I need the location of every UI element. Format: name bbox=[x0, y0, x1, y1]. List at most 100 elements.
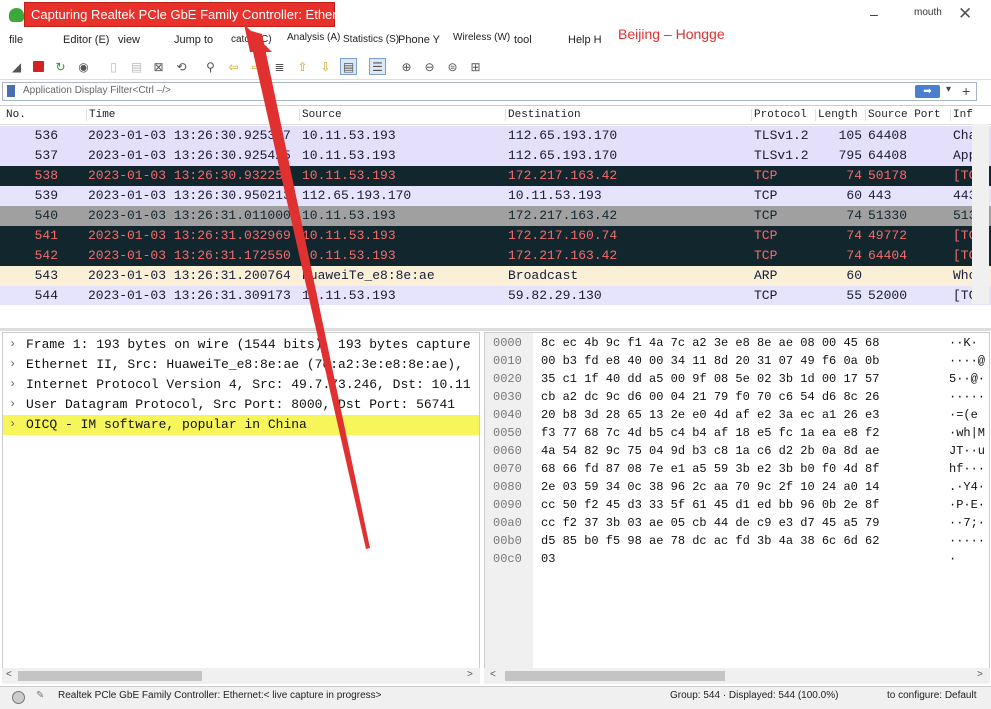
hex-row[interactable]: 0060 4a 54 82 9c 75 04 9d b3 c8 1a c6 d2 … bbox=[485, 443, 989, 461]
hex-row[interactable]: 00a0 cc f2 37 3b 03 ae 05 cb 44 de c9 e3 … bbox=[485, 515, 989, 533]
hex-ascii: 5··@· bbox=[949, 372, 986, 386]
menu-jump[interactable]: Jump to bbox=[174, 34, 213, 46]
filter-input[interactable]: Application Display Filter<Ctrl –/> bbox=[23, 85, 171, 96]
goto-icon[interactable]: ≣ bbox=[271, 58, 288, 75]
capture-comment-icon[interactable]: ✎ bbox=[36, 690, 44, 701]
packet-row[interactable]: 542 2023-01-03 13:26:31.172550 10.11.53.19… bbox=[0, 246, 991, 266]
menu-edit[interactable]: Editor (E) bbox=[63, 34, 109, 46]
open-file-icon: ▯ bbox=[110, 59, 117, 74]
menu-file[interactable]: file bbox=[9, 34, 23, 46]
packet-row[interactable]: 537 2023-01-03 13:26:30.925425 10.11.53.19… bbox=[0, 146, 991, 166]
col-source[interactable]: Source bbox=[299, 109, 342, 121]
zoom-normal-icon[interactable]: ⊜ bbox=[444, 58, 461, 75]
hex-row[interactable]: 00b0 d5 85 b0 f5 98 ae 78 dc ac fd 3b 4a … bbox=[485, 533, 989, 551]
details-scroll-thumb[interactable] bbox=[18, 671, 202, 681]
hex-row[interactable]: 0010 00 b3 fd e8 40 00 34 11 8d 20 31 07 … bbox=[485, 353, 989, 371]
packet-bytes-pane[interactable]: 0000 8c ec 4b 9c f1 4a 7c a2 3e e8 8e ae … bbox=[484, 332, 990, 672]
apply-filter-arrow-icon[interactable]: ➡ bbox=[915, 85, 940, 98]
resize-columns-icon[interactable]: ⊞ bbox=[467, 58, 484, 75]
hex-offset: 0080 bbox=[493, 480, 522, 494]
packet-cell-destination: 172.217.163.42 bbox=[508, 208, 618, 223]
hex-row[interactable]: 0040 20 b8 3d 28 65 13 2e e0 4d af e2 3a … bbox=[485, 407, 989, 425]
stop-icon[interactable] bbox=[30, 58, 47, 75]
bytes-scroll-thumb[interactable] bbox=[505, 671, 725, 681]
expand-chevron-icon[interactable]: › bbox=[9, 377, 16, 391]
filter-dropdown-icon[interactable]: ▾ bbox=[946, 84, 951, 95]
col-time[interactable]: Time bbox=[86, 109, 115, 121]
packet-row[interactable]: 538 2023-01-03 13:26:30.932254 10.11.53.19… bbox=[0, 166, 991, 186]
hex-row[interactable]: 0000 8c ec 4b 9c f1 4a 7c a2 3e e8 8e ae … bbox=[485, 335, 989, 353]
packet-cell-source: 10.11.53.193 bbox=[302, 228, 396, 243]
col-info[interactable]: Inf bbox=[950, 109, 973, 121]
menu-analysis[interactable]: Analysis (A) bbox=[287, 32, 340, 43]
bookmark-icon[interactable] bbox=[7, 85, 15, 97]
hex-row[interactable]: 0090 cc 50 f2 45 d3 33 5f 61 45 d1 ed bb … bbox=[485, 497, 989, 515]
options-gear-icon[interactable]: ◉ bbox=[75, 58, 92, 75]
close-file-icon[interactable]: ⊠ bbox=[150, 58, 167, 75]
packet-row[interactable]: 544 2023-01-03 13:26:31.309173 10.11.53.19… bbox=[0, 286, 991, 305]
packet-details-pane[interactable]: › Frame 1: 193 bytes on wire (1544 bits),… bbox=[2, 332, 480, 672]
detail-tree-item[interactable]: › Internet Protocol Version 4, Src: 49.7.… bbox=[3, 375, 479, 395]
status-profile[interactable]: to configure: Default bbox=[887, 690, 977, 701]
packet-row[interactable]: 539 2023-01-03 13:26:30.950213 112.65.193.… bbox=[0, 186, 991, 206]
expert-info-icon[interactable] bbox=[12, 691, 25, 704]
status-bar: ✎ Realtek PCle GbE Family Controller: Et… bbox=[0, 686, 991, 709]
expand-chevron-icon[interactable]: › bbox=[9, 417, 16, 431]
expand-chevron-icon[interactable]: › bbox=[9, 337, 16, 351]
colorize-icon[interactable]: ☰ bbox=[369, 58, 386, 75]
restart-icon[interactable]: ↻ bbox=[52, 58, 69, 75]
detail-tree-item[interactable]: › OICQ - IM software, popular in China bbox=[3, 415, 479, 435]
packet-cell-protocol: TLSv1.2 bbox=[754, 128, 809, 143]
reload-icon[interactable]: ⟲ bbox=[173, 58, 190, 75]
hex-row[interactable]: 00c0 03 · bbox=[485, 551, 989, 569]
detail-text: OICQ - IM software, popular in China bbox=[26, 417, 307, 432]
first-icon[interactable]: ⇧ bbox=[294, 58, 311, 75]
hex-row[interactable]: 0030 cb a2 dc 9c d6 00 04 21 79 f0 70 c6 … bbox=[485, 389, 989, 407]
add-filter-button[interactable]: + bbox=[962, 83, 970, 99]
detail-tree-item[interactable]: › Ethernet II, Src: HuaweiTe_e8:8e:ae (7c… bbox=[3, 355, 479, 375]
back-icon[interactable]: ⇦ bbox=[225, 58, 242, 75]
zoom-in-icon[interactable]: ⊕ bbox=[398, 58, 415, 75]
hex-row[interactable]: 0020 35 c1 1f 40 dd a5 00 9f 08 5e 02 3b … bbox=[485, 371, 989, 389]
hex-row[interactable]: 0070 68 66 fd 87 08 7e e1 a5 59 3b e2 3b … bbox=[485, 461, 989, 479]
detail-tree-item[interactable]: › User Datagram Protocol, Src Port: 8000,… bbox=[3, 395, 479, 415]
packet-row[interactable]: 536 2023-01-03 13:26:30.925317 10.11.53.19… bbox=[0, 126, 991, 146]
forward-icon[interactable]: ⇨ bbox=[248, 58, 265, 75]
menu-telephony[interactable]: Phone Y bbox=[398, 34, 440, 46]
packet-list[interactable]: No. Time Source Destination Protocol Len… bbox=[0, 105, 991, 305]
shark-fin-icon[interactable]: ◢ bbox=[8, 58, 25, 75]
display-filter-bar[interactable]: Application Display Filter<Ctrl –/> ➡ ▾ bbox=[2, 82, 977, 101]
find-icon[interactable]: ⚲ bbox=[202, 58, 219, 75]
menu-help[interactable]: Help H bbox=[568, 34, 602, 46]
hex-row[interactable]: 0080 2e 03 59 34 0c 38 96 2c aa 70 9c 2f … bbox=[485, 479, 989, 497]
col-protocol[interactable]: Protocol bbox=[751, 109, 807, 121]
menu-statistics[interactable]: Statistics (S) bbox=[343, 34, 399, 45]
packet-cell-no: 538 bbox=[34, 168, 58, 183]
zoom-out-icon[interactable]: ⊖ bbox=[421, 58, 438, 75]
close-window-button[interactable]: ✕ bbox=[958, 4, 972, 24]
menu-view[interactable]: view bbox=[118, 34, 140, 46]
last-icon[interactable]: ⇩ bbox=[317, 58, 334, 75]
col-source-port[interactable]: Source Port bbox=[865, 109, 941, 121]
packet-cell-time: 2023-01-03 13:26:30.925425 bbox=[88, 148, 291, 163]
expand-chevron-icon[interactable]: › bbox=[9, 357, 16, 371]
packet-row[interactable]: 540 2023-01-03 13:26:31.011000 10.11.53.19… bbox=[0, 206, 991, 226]
packet-cell-port: 64404 bbox=[868, 248, 908, 263]
packet-cell-protocol: TCP bbox=[754, 188, 778, 203]
packet-list-scrollbar[interactable] bbox=[972, 124, 989, 304]
menu-capture[interactable]: catch (C) bbox=[231, 34, 272, 45]
autoscroll-icon[interactable]: ▤ bbox=[340, 58, 357, 75]
pane-splitter[interactable] bbox=[0, 328, 991, 331]
packet-row[interactable]: 543 2023-01-03 13:26:31.200764 HuaweiTe_e8… bbox=[0, 266, 991, 286]
col-destination[interactable]: Destination bbox=[505, 109, 581, 121]
minimize-button[interactable]: – bbox=[870, 6, 878, 22]
col-no[interactable]: No. bbox=[4, 109, 26, 121]
detail-tree-item[interactable]: › Frame 1: 193 bytes on wire (1544 bits),… bbox=[3, 335, 479, 355]
hex-row[interactable]: 0050 f3 77 68 7c 4d b5 c4 b4 af 18 e5 fc … bbox=[485, 425, 989, 443]
menu-tools[interactable]: tool bbox=[514, 34, 532, 46]
hex-hex: 35 c1 1f 40 dd a5 00 9f 08 5e 02 3b 1d 0… bbox=[541, 372, 880, 386]
col-length[interactable]: Length bbox=[815, 109, 858, 121]
expand-chevron-icon[interactable]: › bbox=[9, 397, 16, 411]
menu-wireless[interactable]: Wireless (W) bbox=[453, 32, 510, 43]
packet-row[interactable]: 541 2023-01-03 13:26:31.032969 10.11.53.19… bbox=[0, 226, 991, 246]
